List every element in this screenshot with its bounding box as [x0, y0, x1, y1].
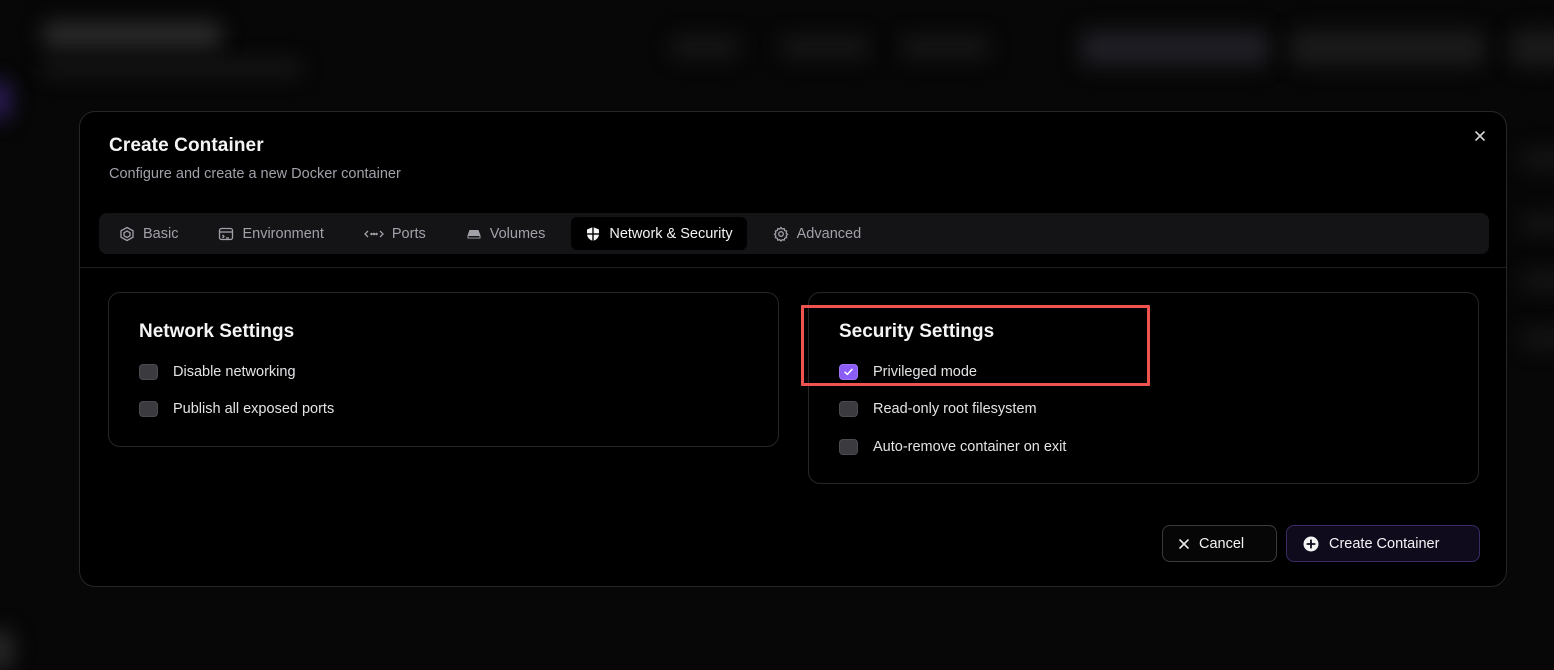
bg-blurred-nav: [780, 36, 870, 58]
create-container-dialog: Create Container Configure and create a …: [79, 111, 1507, 587]
option-label: Privileged mode: [873, 364, 977, 380]
tab-label: Environment: [242, 225, 324, 242]
option-label: Disable networking: [173, 364, 296, 380]
arrows-horizontal-icon: [363, 230, 384, 237]
tab-label: Basic: [143, 225, 179, 242]
cancel-label: Cancel: [1199, 535, 1245, 552]
bg-blurred-button: [1080, 30, 1270, 66]
bg-blurred-sidebar-item: [0, 630, 12, 670]
bg-blurred-nav: [900, 36, 990, 58]
create-label: Create Container: [1329, 535, 1440, 552]
tab-label: Volumes: [489, 225, 546, 242]
read-only-rootfs-checkbox[interactable]: [839, 401, 858, 417]
plus-circle-icon: [1303, 536, 1319, 551]
option-label: Publish all exposed ports: [173, 401, 335, 417]
tab-label: Network & Security: [609, 225, 733, 242]
tab-volumes[interactable]: Volumes: [452, 217, 560, 250]
bg-blurred-sidebar-accent: [0, 80, 10, 120]
bg-blurred-button: [1510, 30, 1554, 66]
privileged-mode-checkbox[interactable]: [839, 364, 858, 380]
tab-label: Ports: [391, 225, 426, 242]
publish-all-ports-option[interactable]: Publish all exposed ports: [139, 401, 334, 417]
dialog-subtitle: Configure and create a new Docker contai…: [109, 166, 401, 182]
bg-blurred-row: [1520, 330, 1554, 348]
close-button[interactable]: [1472, 128, 1488, 144]
hard-drive-icon: [467, 229, 481, 238]
privileged-mode-option[interactable]: Privileged mode: [839, 364, 977, 380]
bg-blurred-button: [1290, 30, 1485, 66]
network-settings-title: Network Settings: [139, 321, 295, 342]
dialog-title: Create Container: [109, 135, 264, 156]
close-icon: [1475, 131, 1485, 141]
check-icon: [844, 368, 853, 376]
create-container-button[interactable]: Create Container: [1286, 525, 1480, 562]
network-settings-card: Network Settings Disable networking Publ…: [108, 292, 779, 447]
security-settings-card: Security Settings Privileged mode Read-o…: [808, 292, 1479, 484]
terminal-icon: [219, 227, 234, 240]
option-label: Auto-remove container on exit: [873, 439, 1067, 455]
shield-icon: [587, 226, 600, 241]
tab-label: Advanced: [796, 225, 862, 242]
gear-icon: [773, 226, 789, 242]
bg-blurred-row: [1520, 215, 1554, 233]
tab-basic[interactable]: Basic: [105, 217, 192, 250]
tab-advanced[interactable]: Advanced: [759, 217, 876, 250]
close-icon: [1179, 538, 1189, 549]
tab-network-security[interactable]: Network & Security: [571, 217, 747, 250]
cube-icon: [120, 226, 134, 241]
auto-remove-checkbox[interactable]: [839, 439, 858, 455]
disable-networking-option[interactable]: Disable networking: [139, 364, 296, 380]
cancel-button[interactable]: Cancel: [1162, 525, 1277, 562]
disable-networking-checkbox[interactable]: [139, 364, 158, 380]
option-label: Read-only root filesystem: [873, 401, 1037, 417]
security-settings-title: Security Settings: [839, 321, 995, 342]
read-only-rootfs-option[interactable]: Read-only root filesystem: [839, 401, 1037, 417]
divider: [80, 267, 1506, 268]
bg-blurred-subtitle: [42, 62, 302, 74]
bg-blurred-nav: [670, 36, 740, 58]
publish-all-ports-checkbox[interactable]: [139, 401, 158, 417]
tab-bar: Basic Environment Ports Volumes Network …: [99, 213, 1489, 254]
tab-environment[interactable]: Environment: [204, 217, 337, 250]
tab-ports[interactable]: Ports: [350, 217, 440, 250]
bg-blurred-title: [42, 22, 222, 48]
auto-remove-option[interactable]: Auto-remove container on exit: [839, 439, 1066, 455]
bg-blurred-row: [1520, 272, 1554, 290]
bg-blurred-row: [1520, 150, 1554, 168]
